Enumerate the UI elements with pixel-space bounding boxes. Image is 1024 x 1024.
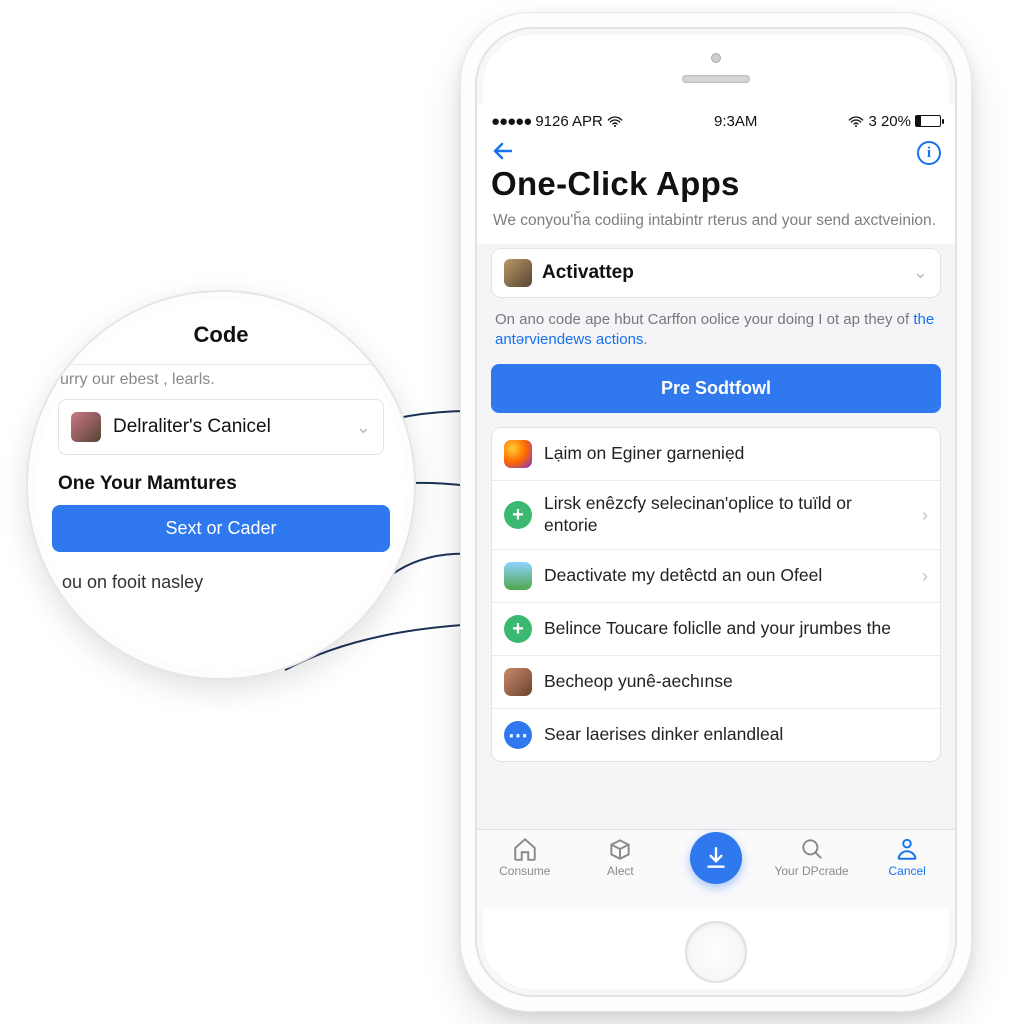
home-button[interactable] [685, 921, 747, 983]
list-item-label: Lirsk enêzcfy selecinan'oplice to tuïld … [544, 493, 910, 537]
tab-label: Cancel [888, 864, 925, 878]
search-icon [799, 836, 825, 862]
tab-consume[interactable]: Consume [486, 836, 564, 878]
list-item-label: Becheop yunê‑aechınse [544, 671, 928, 693]
list-item[interactable]: + Belince Toucare foliclle and your jrumb… [492, 603, 940, 656]
phone-screen: ●●●●● 9126 APR 9:3AM 3 20% [477, 105, 955, 909]
list-item-label: Sear laerises dinker enlandleal [544, 724, 928, 746]
list-item[interactable]: Becheop yunê‑aechınse [492, 656, 940, 709]
info-button[interactable]: i [917, 141, 941, 165]
list-item[interactable]: Lạim on Eginer garneniẹd [492, 428, 940, 481]
tab-label: Consume [499, 864, 550, 878]
magnifier-lens: Code urry our ebest , learls. Delraliter… [26, 290, 416, 680]
app-selector-label: Activattep [542, 262, 903, 284]
tab-add[interactable] [677, 832, 755, 884]
lens-caption: urry our ebest , learls. [58, 364, 384, 399]
back-button[interactable] [491, 139, 515, 167]
page-title: One-Click Apps [477, 165, 955, 203]
tab-bar: Consume Alect Your DPcrade Can [477, 829, 955, 909]
app-icon [504, 259, 532, 287]
lens-section-heading: One Your Mamtures [58, 455, 384, 505]
status-bar: ●●●●● 9126 APR 9:3AM 3 20% [477, 105, 955, 133]
tab-alect[interactable]: Alect [581, 836, 659, 878]
lens-selector[interactable]: Delraliter's Canicel ⌄ [58, 399, 384, 455]
app-selector[interactable]: Activattep ⌄ [491, 248, 941, 298]
list-item[interactable]: + Lirsk enêzcfy selecinan'oplice to tuïld… [492, 481, 940, 550]
wifi-icon [607, 115, 623, 127]
tab-label: Alect [607, 864, 634, 878]
primary-action-button[interactable]: Pre Sodtfowl [491, 364, 941, 413]
tab-cancel[interactable]: Cancel [868, 836, 946, 878]
lens-selector-label: Delraliter's Canicel [113, 416, 344, 438]
hint-text: On ano code ape hbut Carffon oolice your… [491, 298, 941, 357]
chevron-right-icon: › [922, 505, 928, 526]
tab-search[interactable]: Your DPcrade [773, 836, 851, 878]
signal-dots-icon: ●●●●● [491, 113, 531, 130]
clock-text: 9:3AM [714, 113, 757, 130]
wifi-icon [848, 115, 864, 127]
phone-frame: ●●●●● 9126 APR 9:3AM 3 20% [460, 12, 972, 1012]
box-icon [607, 836, 633, 862]
carrier-text: 9126 APR [535, 113, 603, 130]
chevron-down-icon: ⌄ [913, 262, 928, 283]
lens-primary-button[interactable]: Sext or Cader [52, 505, 390, 552]
firefox-icon [504, 440, 532, 468]
profile-icon [894, 836, 920, 862]
page-subtitle: We conyou'ȟa codiing intabintr rterus an… [477, 203, 955, 244]
plus-icon: + [504, 501, 532, 529]
lens-footer-text: ou on fooit nasley [58, 552, 384, 593]
plus-icon: + [504, 615, 532, 643]
download-icon [690, 832, 742, 884]
avatar-icon [71, 412, 101, 442]
speaker-grill [682, 75, 750, 83]
sky-icon [504, 562, 532, 590]
home-icon [512, 836, 538, 862]
face-icon [504, 668, 532, 696]
chevron-right-icon: › [922, 566, 928, 587]
lens-title: Code [58, 322, 384, 348]
chevron-down-icon: ⌄ [356, 417, 371, 438]
battery-icon [915, 115, 941, 127]
tab-label: Your DPcrade [774, 864, 848, 878]
list-item-label: Belince Toucare foliclle and your jrumbe… [544, 618, 928, 640]
actions-list: Lạim on Eginer garneniẹd + Lirsk enêzcfy s… [491, 427, 941, 762]
list-item[interactable]: ⋯ Sear laerises dinker enlandleal [492, 709, 940, 761]
camera-icon [711, 53, 721, 63]
blue-icon: ⋯ [504, 721, 532, 749]
list-item-label: Lạim on Eginer garneniẹd [544, 443, 928, 465]
list-item[interactable]: Deactivate my detêctd an oun Ofeel › [492, 550, 940, 603]
battery-pct-text: 3 20% [868, 113, 911, 130]
list-item-label: Deactivate my detêctd an oun Ofeel [544, 565, 910, 587]
